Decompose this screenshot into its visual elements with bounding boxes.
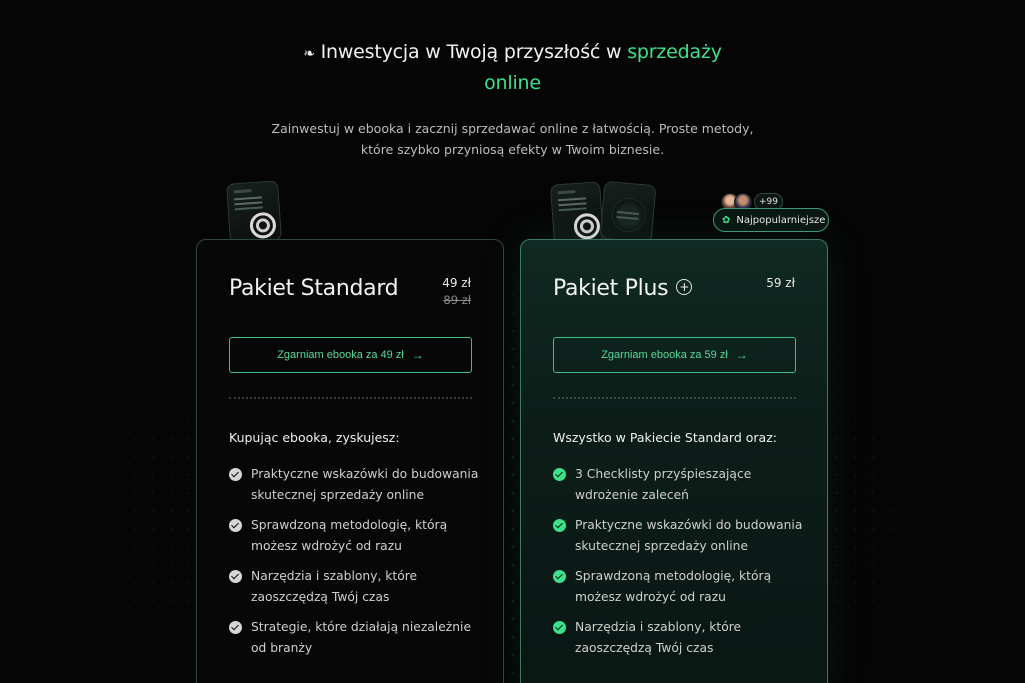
title-accent-2: online <box>484 72 541 94</box>
feature-text: Narzędzia i szablony, które zaoszczędzą … <box>575 620 742 655</box>
check-circle-icon <box>229 468 242 481</box>
section-header: ❧ Inwestycja w Twoją przyszłość w sprzed… <box>0 38 1025 160</box>
ebook-thumbnail <box>549 181 605 245</box>
check-circle-icon <box>229 519 242 532</box>
divider <box>553 397 796 399</box>
arrow-right-icon: → <box>735 348 748 362</box>
buy-standard-button[interactable]: Zgarniam ebooka za 49 zł → <box>229 337 472 373</box>
arrow-right-icon: → <box>411 348 424 362</box>
check-circle-icon <box>553 468 566 481</box>
plan-title-text: Pakiet Plus <box>553 276 669 301</box>
subtitle-line: które szybko przyniosą efekty w Twoim bi… <box>360 142 665 157</box>
features-heading: Wszystko w Pakiecie Standard oraz: <box>553 430 777 445</box>
list-item: Narzędzia i szablony, które zaoszczędzą … <box>553 617 803 659</box>
check-circle-icon <box>229 570 242 583</box>
check-circle-icon <box>553 621 566 634</box>
list-item: 3 Checklisty przyśpieszające wdrożenie z… <box>553 464 803 506</box>
list-item: Narzędzia i szablony, które zaoszczędzą … <box>229 566 479 608</box>
section-title: ❧ Inwestycja w Twoją przyszłość w sprzed… <box>0 38 1025 98</box>
popular-label: Najpopularniejsze <box>736 214 826 226</box>
title-accent: sprzedaży <box>627 41 722 63</box>
features-heading: Kupując ebooka, zyskujesz: <box>229 430 400 445</box>
current-price: 59 zł <box>766 276 795 290</box>
check-circle-icon <box>553 570 566 583</box>
leaf-icon: ❧ <box>303 46 315 62</box>
popular-badge: ✿ Najpopularniejsze <box>713 208 829 232</box>
features-list: Praktyczne wskazówki do budowania skutec… <box>229 464 479 668</box>
divider <box>229 397 472 399</box>
list-item: Strategie, które działają niezależnie od… <box>229 617 479 659</box>
features-list: 3 Checklisty przyśpieszające wdrożenie z… <box>553 464 803 668</box>
subtitle-line: Zainwestuj w ebooka i zacznij sprzedawać… <box>271 121 754 136</box>
list-item: Sprawdzoną metodologię, którą możesz wdr… <box>229 515 479 557</box>
feature-text: Praktyczne wskazówki do budowania skutec… <box>251 467 479 502</box>
cta-label: Zgarniam ebooka za 59 zł <box>601 349 728 361</box>
current-price: 49 zł <box>442 276 471 290</box>
checklist-thumbnail <box>599 180 657 244</box>
list-item: Praktyczne wskazówki do budowania skutec… <box>553 515 803 557</box>
plan-price: 59 zł <box>766 276 795 290</box>
feature-text: Strategie, które działają niezależnie od… <box>251 620 472 655</box>
plan-title: Pakiet Plus + <box>553 276 693 301</box>
plus-circle-icon: + <box>676 279 693 295</box>
section-subtitle: Zainwestuj w ebooka i zacznij sprzedawać… <box>0 118 1025 160</box>
award-icon: ✿ <box>722 214 731 226</box>
check-circle-icon <box>553 519 566 532</box>
feature-text: Praktyczne wskazówki do budowania skutec… <box>575 518 803 553</box>
plan-title: Pakiet Standard <box>229 276 399 301</box>
cta-label: Zgarniam ebooka za 49 zł <box>277 349 404 361</box>
list-item: Sprawdzoną metodologię, którą możesz wdr… <box>553 566 803 608</box>
ebook-thumbnail <box>225 180 283 244</box>
check-circle-icon <box>229 621 242 634</box>
background-pattern <box>0 250 1025 683</box>
feature-text: Sprawdzoną metodologię, którą możesz wdr… <box>251 518 448 553</box>
feature-text: Sprawdzoną metodologię, którą możesz wdr… <box>575 569 772 604</box>
old-price: 89 zł <box>443 293 471 307</box>
plan-price: 49 zł 89 zł <box>442 276 471 307</box>
buy-plus-button[interactable]: Zgarniam ebooka za 59 zł → <box>553 337 796 373</box>
feature-text: 3 Checklisty przyśpieszające wdrożenie z… <box>575 467 752 502</box>
feature-text: Narzędzia i szablony, które zaoszczędzą … <box>251 569 418 604</box>
plan-card-plus: Pakiet Plus + 59 zł Zgarniam ebooka za 59… <box>520 239 828 683</box>
list-item: Praktyczne wskazówki do budowania skutec… <box>229 464 479 506</box>
plan-card-standard: Pakiet Standard 49 zł 89 zł Zgarniam ebo… <box>196 239 504 683</box>
title-text: Inwestycja w Twoją przyszłość w <box>320 41 622 63</box>
